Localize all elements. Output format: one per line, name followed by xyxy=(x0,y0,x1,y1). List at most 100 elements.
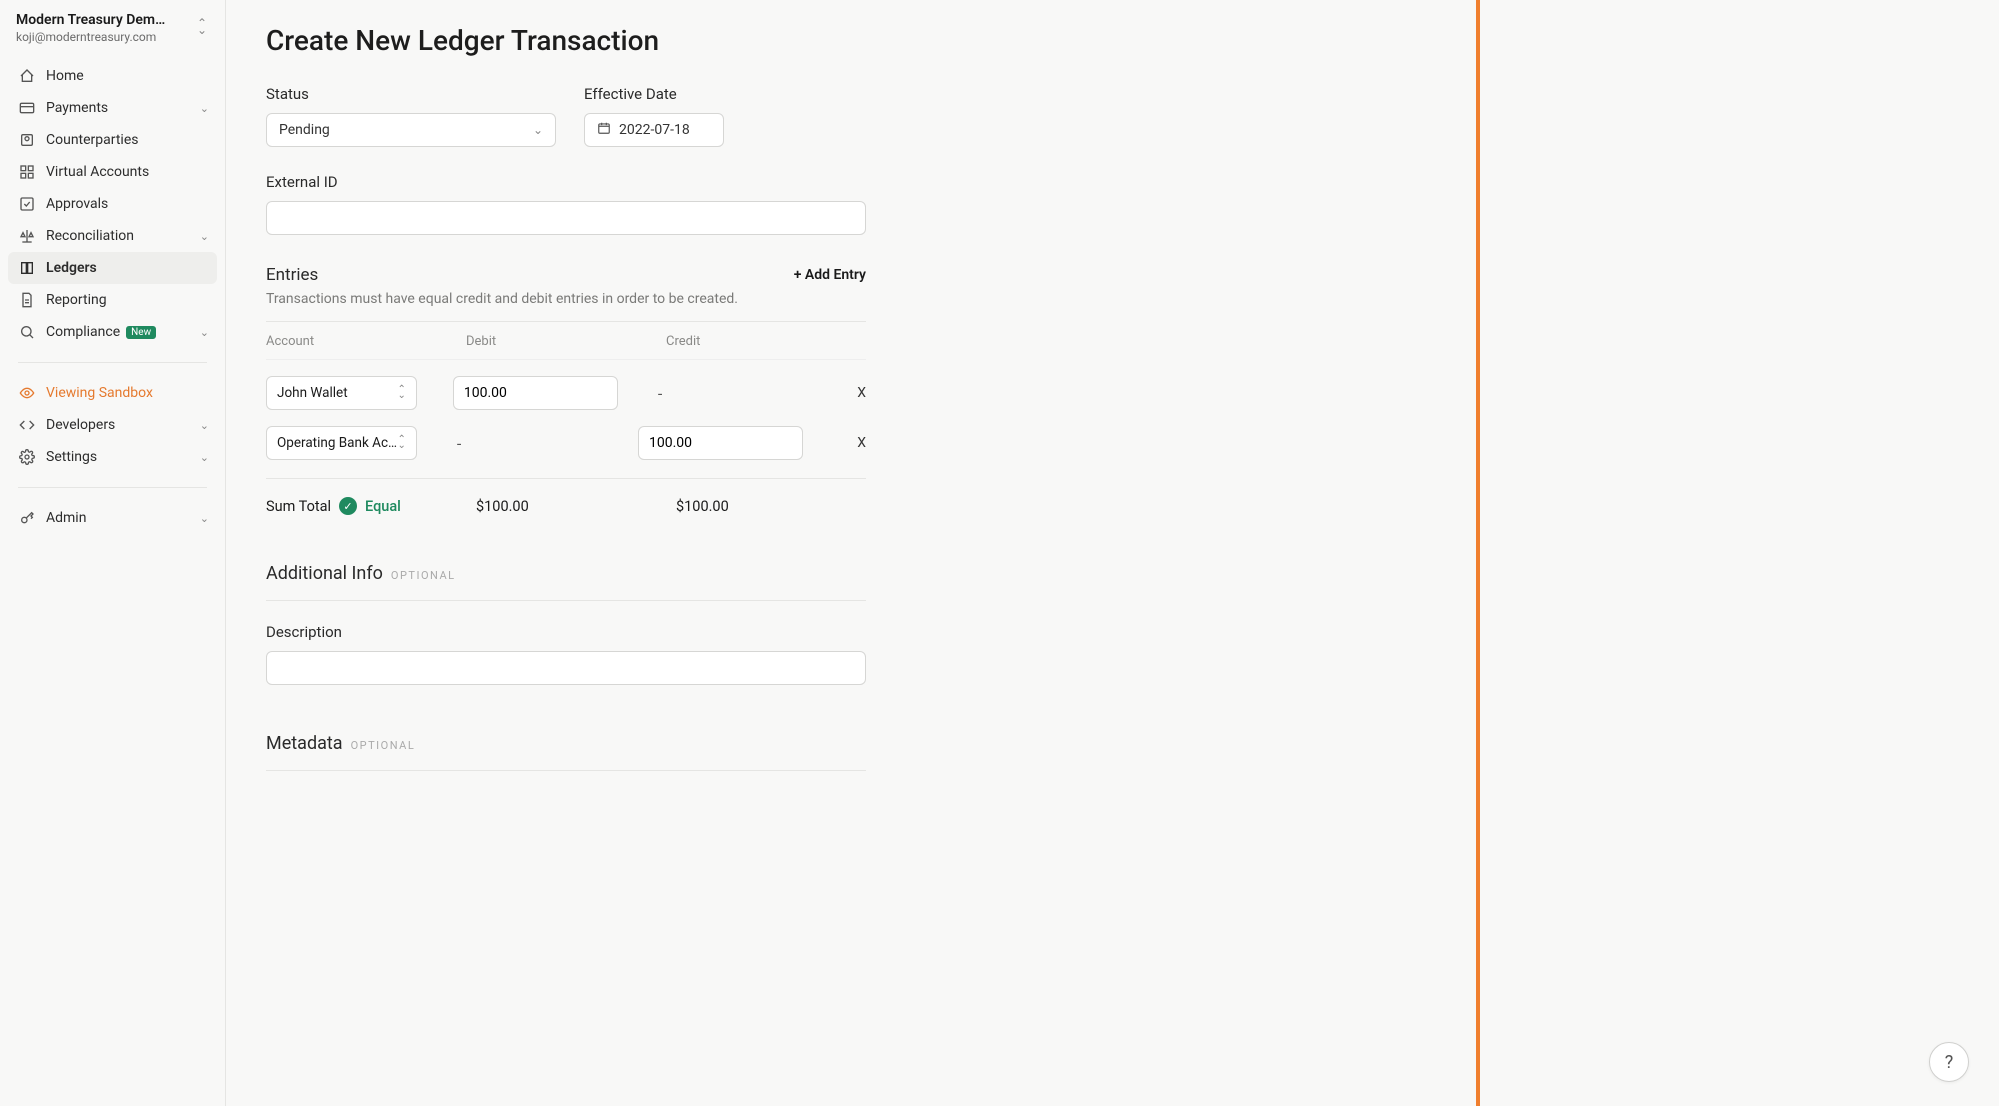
account-value: John Wallet xyxy=(277,385,348,401)
sort-caret-icon: ⌃⌄ xyxy=(397,387,405,399)
sidebar-item-settings[interactable]: Settings ⌄ xyxy=(8,441,217,473)
sum-debit: $100.00 xyxy=(466,498,666,515)
page-title: Create New Ledger Transaction xyxy=(266,24,1436,57)
chevron-down-icon: ⌄ xyxy=(200,326,209,339)
sidebar-item-label: Admin xyxy=(46,510,86,526)
debit-input[interactable] xyxy=(453,376,618,410)
add-entry-button[interactable]: + Add Entry xyxy=(794,267,866,283)
credit-input[interactable] xyxy=(638,426,803,460)
help-button[interactable]: ? xyxy=(1929,1042,1969,1082)
sidebar-item-sandbox[interactable]: Viewing Sandbox xyxy=(8,377,217,409)
person-icon xyxy=(18,131,36,149)
check-circle-icon: ✓ xyxy=(339,497,357,515)
sidebar-item-label: Reporting xyxy=(46,292,107,308)
sum-credit: $100.00 xyxy=(666,498,866,515)
code-icon xyxy=(18,416,36,434)
sidebar-item-label: Ledgers xyxy=(46,260,97,276)
chevron-down-icon: ⌄ xyxy=(200,512,209,525)
sidebar-item-ledgers[interactable]: Ledgers xyxy=(8,252,217,284)
sidebar-item-label: Home xyxy=(46,68,84,84)
card-icon xyxy=(18,99,36,117)
sidebar-item-label: Compliance xyxy=(46,324,120,340)
remove-entry-button[interactable]: X xyxy=(839,385,866,401)
sum-row: Sum Total ✓ Equal $100.00 $100.00 xyxy=(266,478,866,515)
main-content: Create New Ledger Transaction Status Pen… xyxy=(226,0,1476,1106)
divider xyxy=(18,487,207,488)
org-switcher[interactable]: Modern Treasury Dem… koji@moderntreasury… xyxy=(0,8,225,54)
sidebar-item-label: Settings xyxy=(46,449,97,465)
entries-heading: Entries xyxy=(266,265,318,285)
book-icon xyxy=(18,259,36,277)
chevron-down-icon: ⌄ xyxy=(200,102,209,115)
account-select[interactable]: Operating Bank Ac… ⌃⌄ xyxy=(266,426,417,460)
home-icon xyxy=(18,67,36,85)
entry-row: Operating Bank Ac… ⌃⌄ - X xyxy=(266,426,866,460)
sidebar-item-label: Virtual Accounts xyxy=(46,164,149,180)
chevron-down-icon: ⌄ xyxy=(200,230,209,243)
sidebar-item-approvals[interactable]: Approvals xyxy=(8,188,217,220)
divider xyxy=(266,321,866,322)
external-id-label: External ID xyxy=(266,173,1436,191)
effective-date-input[interactable]: 2022-07-18 xyxy=(584,113,724,147)
optional-tag: OPTIONAL xyxy=(351,739,416,752)
file-icon xyxy=(18,291,36,309)
chevron-down-icon: ⌄ xyxy=(200,419,209,432)
grid-icon xyxy=(18,163,36,181)
calendar-icon xyxy=(597,121,611,139)
sidebar-item-label: Approvals xyxy=(46,196,108,212)
gear-icon xyxy=(18,448,36,466)
additional-info-heading: Additional Info xyxy=(266,563,383,584)
divider xyxy=(18,362,207,363)
entry-row: John Wallet ⌃⌄ - X xyxy=(266,376,866,410)
eye-icon xyxy=(18,384,36,402)
chevron-down-icon: ⌄ xyxy=(533,123,543,137)
sum-label: Sum Total xyxy=(266,498,331,515)
metadata-heading: Metadata xyxy=(266,733,343,754)
sidebar-item-label: Payments xyxy=(46,100,108,116)
account-select[interactable]: John Wallet ⌃⌄ xyxy=(266,376,417,410)
description-input[interactable] xyxy=(266,651,866,685)
sidebar-item-label: Viewing Sandbox xyxy=(46,385,153,401)
sidebar-item-reconciliation[interactable]: Reconciliation ⌄ xyxy=(8,220,217,252)
sidebar-item-counterparties[interactable]: Counterparties xyxy=(8,124,217,156)
sidebar-item-payments[interactable]: Payments ⌄ xyxy=(8,92,217,124)
search-icon xyxy=(18,323,36,341)
sidebar: Modern Treasury Dem… koji@moderntreasury… xyxy=(0,0,226,1106)
credit-dash: - xyxy=(654,384,803,403)
entries-header-row: Account Debit Credit xyxy=(266,334,866,360)
sidebar-item-compliance[interactable]: Compliance New ⌄ xyxy=(8,316,217,348)
chevron-down-icon: ⌄ xyxy=(200,451,209,464)
effective-date-label: Effective Date xyxy=(584,85,724,103)
debit-dash: - xyxy=(453,434,602,453)
org-name: Modern Treasury Dem… xyxy=(16,12,186,28)
remove-entry-button[interactable]: X xyxy=(839,435,866,451)
new-badge: New xyxy=(126,326,156,339)
sort-caret-icon: ⌃⌄ xyxy=(397,437,405,449)
sidebar-item-label: Developers xyxy=(46,417,115,433)
org-email: koji@moderntreasury.com xyxy=(16,30,209,44)
description-label: Description xyxy=(266,623,866,641)
scale-icon xyxy=(18,227,36,245)
account-value: Operating Bank Ac… xyxy=(277,435,397,451)
equal-label: Equal xyxy=(365,498,401,515)
effective-date-value: 2022-07-18 xyxy=(619,122,690,138)
entries-subtitle: Transactions must have equal credit and … xyxy=(266,291,1436,307)
sidebar-item-admin[interactable]: Admin ⌄ xyxy=(8,502,217,534)
sidebar-item-home[interactable]: Home xyxy=(8,60,217,92)
col-credit: Credit xyxy=(666,334,826,349)
col-debit: Debit xyxy=(466,334,666,349)
sidebar-item-label: Reconciliation xyxy=(46,228,134,244)
status-value: Pending xyxy=(279,122,330,138)
col-account: Account xyxy=(266,334,466,349)
status-select[interactable]: Pending ⌄ xyxy=(266,113,556,147)
sidebar-item-label: Counterparties xyxy=(46,132,139,148)
help-icon: ? xyxy=(1945,1052,1954,1073)
external-id-input[interactable] xyxy=(266,201,866,235)
sidebar-item-virtual-accounts[interactable]: Virtual Accounts xyxy=(8,156,217,188)
key-icon xyxy=(18,509,36,527)
sort-caret-icon: ⌃⌄ xyxy=(197,20,207,34)
sidebar-item-reporting[interactable]: Reporting xyxy=(8,284,217,316)
check-square-icon xyxy=(18,195,36,213)
sidebar-item-developers[interactable]: Developers ⌄ xyxy=(8,409,217,441)
optional-tag: OPTIONAL xyxy=(391,569,456,582)
